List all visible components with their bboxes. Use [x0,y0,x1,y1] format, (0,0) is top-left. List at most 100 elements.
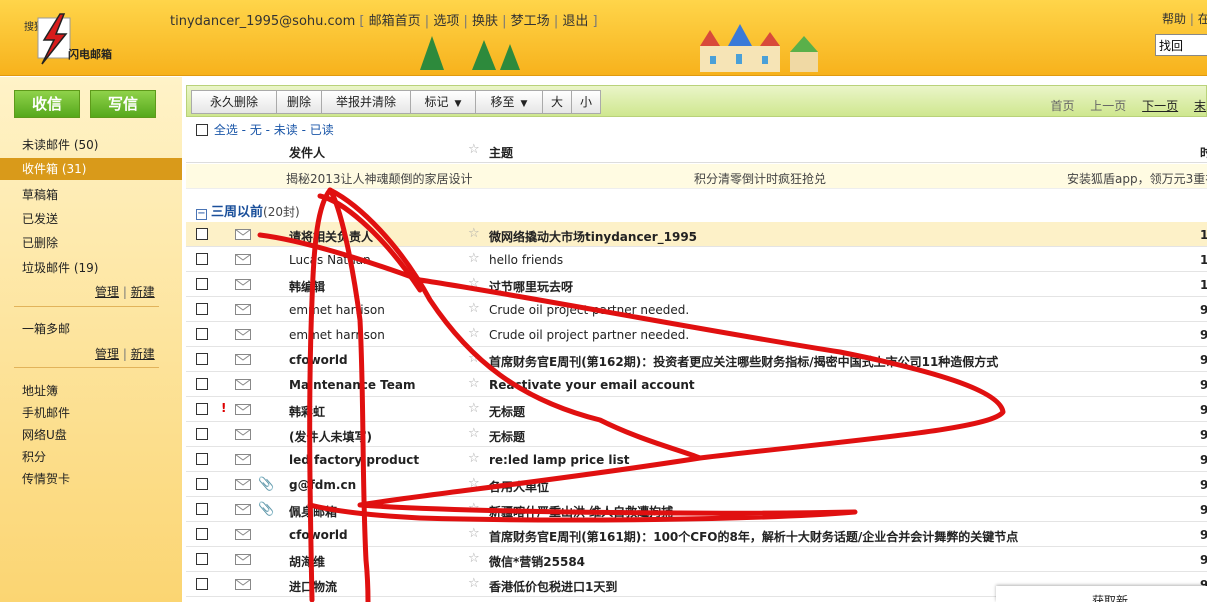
manage-folders-link[interactable]: 管理 [95,285,119,299]
row-checkbox[interactable] [196,503,208,515]
row-subject[interactable]: 过节哪里玩去呀 [489,278,573,295]
new-multi-link[interactable]: 新建 [131,347,155,361]
ad-link[interactable]: 揭秘2013让人神魂颠倒的家居设计 [286,170,473,187]
row-checkbox[interactable] [196,528,208,540]
folder-inbox[interactable]: 收件箱 (31) [0,158,182,180]
mail-row[interactable]: Maintenance Team ☆ Reactivate your email a… [186,372,1207,397]
group-header[interactable]: − 三周以前(20封) [196,201,300,220]
select-all-checkbox[interactable] [196,124,208,136]
large-view-button[interactable]: 大 [542,90,572,114]
row-sender[interactable]: Maintenance Team [289,378,416,392]
small-view-button[interactable]: 小 [571,90,601,114]
select-all-link[interactable]: 全选 [214,123,238,137]
row-sender[interactable]: Lucas Nathan [289,253,371,267]
row-subject[interactable]: 新疆喀什严重山洪 维人自救遭拘捕 [489,503,673,520]
time-column-header[interactable]: 时 [1200,144,1207,161]
row-sender[interactable]: 佩身邮箱 [289,503,337,520]
tool-points[interactable]: 积分 [22,448,46,465]
tool-greeting-card[interactable]: 传情贺卡 [22,470,70,487]
compose-button[interactable]: 写信 [90,90,156,118]
link-more[interactable]: 在 [1198,12,1207,26]
prev-page-link[interactable]: 上一页 [1090,99,1126,113]
star-icon[interactable]: ☆ [468,401,480,416]
row-checkbox[interactable] [196,328,208,340]
mail-row[interactable]: 胡海维 ☆ 微信*营销25584 9 [186,547,1207,572]
mail-row[interactable]: (发件人未填写) ☆ 无标题 9 [186,422,1207,447]
sohu-logo[interactable]: 搜狐 闪电邮箱 [18,6,118,70]
mail-row[interactable]: emmet harrison ☆ Crude oil project partner… [186,322,1207,347]
row-sender[interactable]: emmet harrison [289,328,385,342]
row-sender[interactable]: cfoworld [289,528,348,542]
star-icon[interactable]: ☆ [468,276,480,291]
star-icon[interactable]: ☆ [468,476,480,491]
row-sender[interactable]: g@fdm.cn [289,478,356,492]
folder-drafts[interactable]: 草稿箱 [22,186,58,203]
mark-dropdown[interactable]: 标记 ▼ [410,90,476,114]
row-subject[interactable]: re:led lamp price list [489,453,630,467]
star-icon[interactable]: ☆ [468,326,480,341]
new-folder-link[interactable]: 新建 [131,285,155,299]
row-sender[interactable]: 韩编辑 [289,278,325,295]
header-search-input[interactable] [1155,34,1207,56]
next-page-link[interactable]: 下一页 [1142,99,1178,113]
first-page-link[interactable]: 首页 [1050,99,1074,113]
mail-row[interactable]: ! 韩彩虹 ☆ 无标题 9 [186,397,1207,422]
subject-column-header[interactable]: 主题 [489,144,513,161]
notification-popup[interactable]: 获取新... [996,586,1207,602]
select-read-link[interactable]: 已读 [310,123,334,137]
select-unread-link[interactable]: 未读 [274,123,298,137]
mail-row[interactable]: 韩编辑 ☆ 过节哪里玩去呀 1 [186,272,1207,297]
row-checkbox[interactable] [196,378,208,390]
row-subject[interactable]: Crude oil project partner needed. [489,328,689,342]
star-icon[interactable]: ☆ [468,451,480,466]
folder-sent[interactable]: 已发送 [22,210,58,227]
row-subject[interactable]: 首席财务官E周刊(第161期)：100个CFO的8年，解析十大财务话题/企业合并… [489,528,1018,545]
tool-addressbook[interactable]: 地址簿 [22,382,58,399]
mail-row[interactable]: led factory product ☆ re:led lamp price li… [186,447,1207,472]
tool-netdisk[interactable]: 网络U盘 [22,426,67,443]
ad-link[interactable]: 积分清零倒计时疯狂抢兑 [694,170,826,187]
row-sender[interactable]: (发件人未填写) [289,428,372,445]
delete-button[interactable]: 删除 [276,90,322,114]
row-checkbox[interactable] [196,428,208,440]
permanent-delete-button[interactable]: 永久删除 [191,90,277,114]
row-checkbox[interactable] [196,303,208,315]
row-checkbox[interactable] [196,228,208,240]
star-icon[interactable]: ☆ [468,576,480,591]
row-sender[interactable]: 进口物流 [289,578,337,595]
star-icon[interactable]: ☆ [468,426,480,441]
folder-spam[interactable]: 垃圾邮件 (19) [22,259,98,276]
folder-deleted[interactable]: 已删除 [22,234,58,251]
row-subject[interactable]: Crude oil project partner needed. [489,303,689,317]
star-icon[interactable]: ☆ [468,226,480,241]
row-sender[interactable]: 请将相关负责人 [289,228,373,245]
row-subject[interactable]: 无标题 [489,428,525,445]
star-icon[interactable]: ☆ [468,501,480,516]
row-sender[interactable]: emmet harrison [289,303,385,317]
receive-button[interactable]: 收信 [14,90,80,118]
multi-mailbox[interactable]: 一箱多邮 [22,320,70,337]
row-subject[interactable]: 各用人单位 [489,478,549,495]
row-sender[interactable]: led factory product [289,453,419,467]
row-subject[interactable]: 微网络撬动大市场tinydancer_1995 [489,228,697,245]
star-icon[interactable]: ☆ [468,376,480,391]
mail-row[interactable]: emmet harrison ☆ Crude oil project partner… [186,297,1207,322]
mail-row[interactable]: cfoworld ☆ 首席财务官E周刊(第162期)：投资者更应关注哪些财务指标/揭… [186,347,1207,372]
report-clear-button[interactable]: 举报并清除 [321,90,411,114]
mail-row[interactable]: Lucas Nathan ☆ hello friends 1 [186,247,1207,272]
star-icon[interactable]: ☆ [468,551,480,566]
select-none-link[interactable]: 无 [250,123,262,137]
row-checkbox[interactable] [196,253,208,265]
row-sender[interactable]: 胡海维 [289,553,325,570]
sender-column-header[interactable]: 发件人 [289,144,325,161]
row-subject[interactable]: hello friends [489,253,563,267]
folder-unread[interactable]: 未读邮件 (50) [22,136,98,153]
mail-row[interactable]: cfoworld ☆ 首席财务官E周刊(第161期)：100个CFO的8年，解析十大… [186,522,1207,547]
row-checkbox[interactable] [196,453,208,465]
row-checkbox[interactable] [196,578,208,590]
row-subject[interactable]: 首席财务官E周刊(第162期)：投资者更应关注哪些财务指标/揭密中国式上市公司1… [489,353,998,370]
move-to-dropdown[interactable]: 移至 ▼ [475,90,543,114]
mail-row[interactable]: 📎 佩身邮箱 ☆ 新疆喀什严重山洪 维人自救遭拘捕 9 [186,497,1207,522]
row-sender[interactable]: cfoworld [289,353,348,367]
star-icon[interactable]: ☆ [468,251,480,266]
